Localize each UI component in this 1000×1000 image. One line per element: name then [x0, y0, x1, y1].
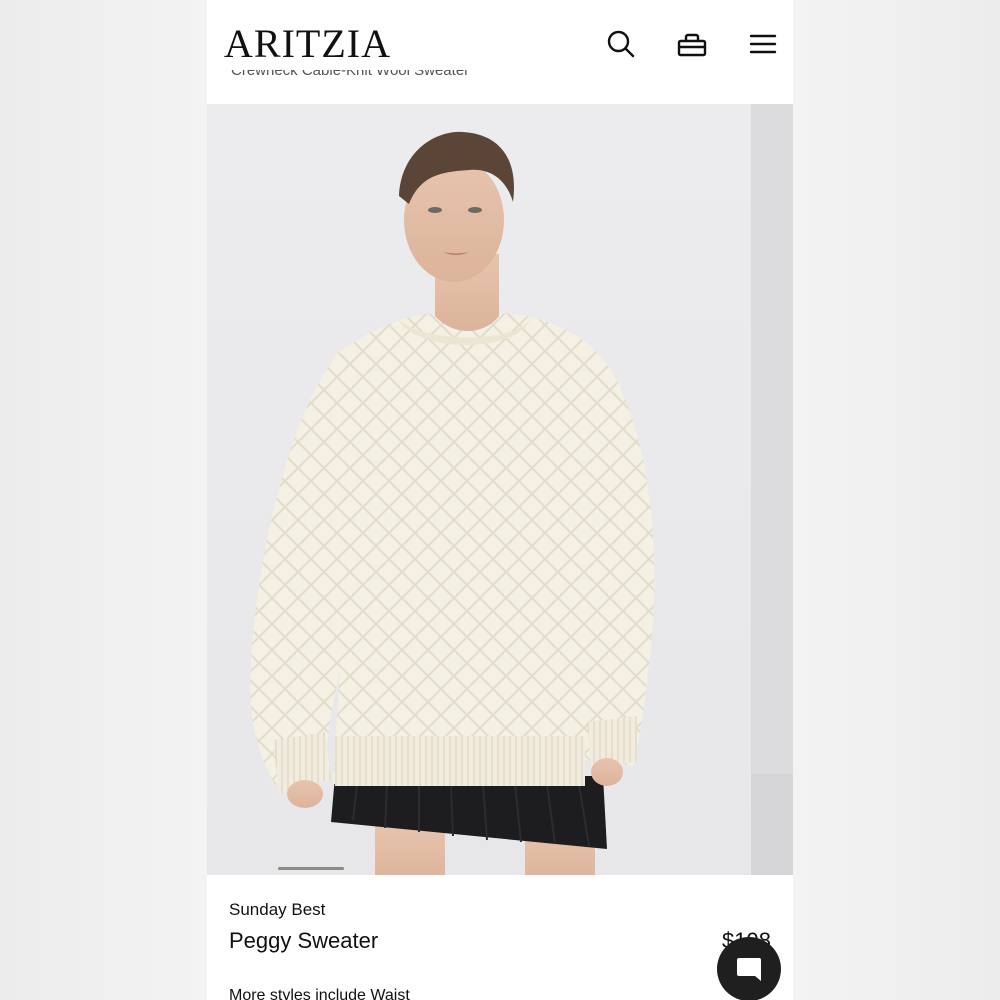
chat-button[interactable]: [717, 937, 781, 1000]
next-photo-floor: [751, 774, 793, 875]
chat-bubble-icon: [737, 958, 761, 981]
site-header: ARITZIA Crewneck Cable-Knit Wool Sweater: [207, 0, 793, 104]
screenshot-stage: ARITZIA Crewneck Cable-Knit Wool Sweater…: [0, 0, 1000, 1000]
gallery-scroll-indicator: [278, 867, 344, 870]
sticky-product-title: Crewneck Cable-Knit Wool Sweater: [231, 70, 470, 79]
hamburger-menu-icon[interactable]: [747, 28, 779, 60]
product-image-gallery[interactable]: [207, 104, 793, 875]
next-product-photo-peek[interactable]: [751, 104, 793, 875]
mobile-page: ARITZIA Crewneck Cable-Knit Wool Sweater…: [207, 0, 793, 1000]
aritzia-logo[interactable]: ARITZIA: [224, 22, 391, 66]
shopping-bag-icon[interactable]: [676, 28, 708, 60]
search-icon[interactable]: [605, 28, 637, 60]
product-brand[interactable]: Sunday Best: [229, 900, 325, 920]
product-info: Sunday Best Peggy Sweater $198 More styl…: [207, 875, 793, 1000]
product-name[interactable]: Peggy Sweater: [229, 928, 378, 954]
more-styles-link[interactable]: More styles include Waist: [229, 986, 410, 1000]
product-photo[interactable]: [207, 104, 750, 875]
